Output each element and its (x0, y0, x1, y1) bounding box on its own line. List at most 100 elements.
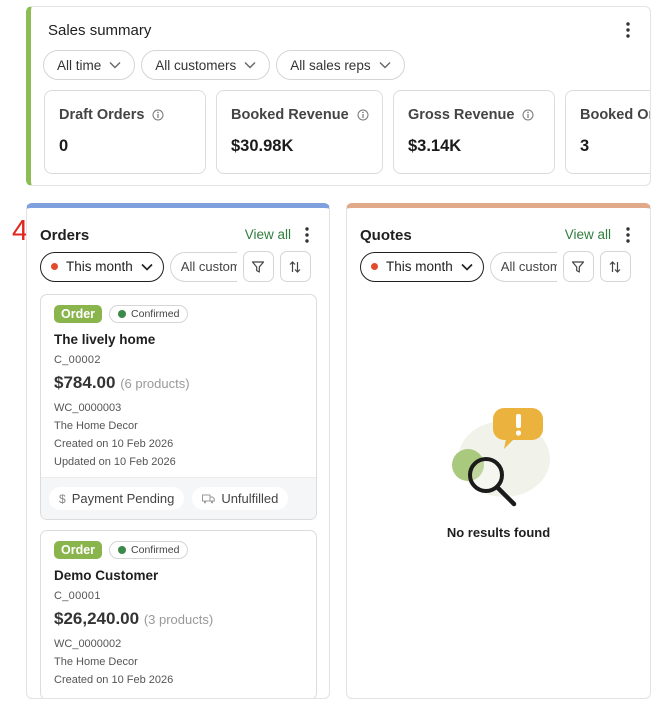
sort-button[interactable] (599, 251, 631, 282)
order-id: WC_0000002 (54, 638, 122, 650)
payment-status-chip: $ Payment Pending (49, 487, 185, 510)
period-label: This month (386, 259, 453, 274)
truck-icon (202, 494, 216, 504)
quotes-panel: Quotes View all This month All customers (346, 203, 651, 699)
order-amount: $784.00 (6 products) (54, 373, 190, 393)
order-amount: $26,240.00 (3 products) (54, 609, 213, 629)
status-dot (118, 546, 127, 554)
time-filter-label: All time (57, 57, 102, 73)
quotes-empty-state: No results found (347, 403, 650, 543)
sort-icon (608, 260, 622, 274)
metric-gross-revenue[interactable]: Gross Revenue $3.14K (393, 90, 555, 174)
created-date: Created on 10 Feb 2026 (54, 674, 174, 686)
order-badges: Order Confirmed (54, 305, 189, 323)
metric-draft-orders[interactable]: Draft Orders 0 (44, 90, 206, 174)
fulfillment-status-label: Unfulfilled (221, 491, 279, 506)
store-name: The Home Decor (54, 656, 138, 668)
quotes-customer-filter[interactable]: All customers (489, 251, 557, 282)
sales-rep-filter-dropdown[interactable]: All sales reps (276, 50, 405, 80)
store-name: The Home Decor (54, 420, 138, 432)
info-icon[interactable] (522, 109, 534, 121)
sort-button[interactable] (279, 251, 311, 282)
orders-period-dropdown[interactable]: This month (40, 251, 164, 282)
order-card[interactable]: Order Confirmed Demo Customer C_00001 $2… (40, 530, 317, 698)
info-icon[interactable] (357, 109, 369, 121)
customer-filter-dropdown[interactable]: All customers (141, 50, 271, 80)
fulfillment-status-chip: Unfulfilled (192, 487, 289, 510)
metric-row: Draft Orders 0 Booked Revenue $30.98K Gr… (44, 90, 650, 174)
customer-filter-label: All customers (155, 57, 237, 73)
customer-code: C_00001 (54, 590, 101, 602)
quotes-view-all-link[interactable]: View all (565, 227, 611, 242)
metric-booked-orders[interactable]: Booked Orders 3 (565, 90, 650, 174)
status-badge: Confirmed (109, 541, 189, 559)
metric-value: 3 (580, 137, 590, 155)
more-options-icon[interactable] (620, 20, 636, 40)
customer-filter-label: All customers (180, 259, 237, 274)
created-date: Created on 10 Feb 2026 (54, 438, 174, 450)
order-badges: Order Confirmed (54, 541, 189, 559)
quotes-period-dropdown[interactable]: This month (360, 251, 484, 282)
sales-summary-card: Sales summary All time All customers All… (26, 6, 651, 186)
chevron-down-icon (379, 61, 391, 69)
orders-title: Orders (40, 227, 90, 244)
status-dot (118, 310, 127, 318)
amount-value: $26,240.00 (54, 609, 140, 628)
orders-filters: This month All customers (40, 251, 311, 282)
dollar-icon: $ (59, 491, 66, 506)
filter-button[interactable] (562, 251, 594, 282)
status-label: Confirmed (131, 544, 180, 556)
metric-label: Booked Orders (580, 107, 650, 123)
chevron-down-icon (461, 263, 473, 271)
period-label: This month (66, 259, 133, 274)
metric-label: Booked Revenue (231, 107, 349, 123)
metric-label: Gross Revenue (408, 107, 515, 123)
updated-date: Updated on 10 Feb 2026 (54, 456, 176, 468)
orders-view-all-link[interactable]: View all (245, 227, 291, 242)
chevron-down-icon (244, 61, 256, 69)
sales-summary-title: Sales summary (48, 22, 152, 39)
customer-name: The lively home (54, 332, 156, 347)
orders-panel: Orders View all This month All customers… (26, 203, 330, 699)
filter-icon (251, 260, 265, 274)
chevron-down-icon (141, 263, 153, 271)
order-card[interactable]: Order Confirmed The lively home C_00002 … (40, 294, 317, 520)
time-filter-dropdown[interactable]: All time (43, 50, 136, 80)
period-dot (371, 263, 378, 270)
more-options-icon[interactable] (299, 225, 315, 245)
more-options-icon[interactable] (620, 225, 636, 245)
chevron-down-icon (109, 61, 121, 69)
quotes-title: Quotes (360, 227, 412, 244)
metric-label: Draft Orders (59, 107, 145, 123)
info-icon[interactable] (152, 109, 164, 121)
empty-search-illustration-icon (444, 403, 554, 513)
product-count: (6 products) (120, 376, 190, 391)
sort-icon (288, 260, 302, 274)
order-type-badge: Order (54, 541, 103, 559)
metric-booked-revenue[interactable]: Booked Revenue $30.98K (216, 90, 383, 174)
metric-label-row: Booked Revenue (231, 107, 369, 123)
customer-filter-label: All customers (500, 259, 557, 274)
metric-value: $3.14K (408, 137, 462, 155)
order-type-badge: Order (54, 305, 103, 323)
product-count: (3 products) (143, 612, 214, 627)
customer-name: Demo Customer (54, 568, 159, 583)
amount-value: $784.00 (54, 373, 116, 392)
sales-rep-filter-label: All sales reps (290, 57, 371, 73)
orders-customer-filter[interactable]: All customers (169, 251, 237, 282)
metric-value: $30.98K (231, 137, 294, 155)
status-badge: Confirmed (109, 305, 189, 323)
metric-label-row: Booked Orders (580, 107, 650, 123)
customer-code: C_00002 (54, 354, 101, 366)
filter-icon (571, 260, 585, 274)
metric-label-row: Draft Orders (59, 107, 191, 123)
quotes-filters: This month All customers (360, 251, 631, 282)
metric-label-row: Gross Revenue (408, 107, 540, 123)
order-card-footer: $ Payment Pending Unfulfilled (41, 477, 316, 519)
payment-status-label: Payment Pending (71, 491, 175, 506)
period-dot (51, 263, 58, 270)
status-label: Confirmed (131, 308, 180, 320)
metric-value: 0 (59, 137, 69, 155)
summary-filters: All time All customers All sales reps (43, 50, 405, 80)
filter-button[interactable] (242, 251, 274, 282)
